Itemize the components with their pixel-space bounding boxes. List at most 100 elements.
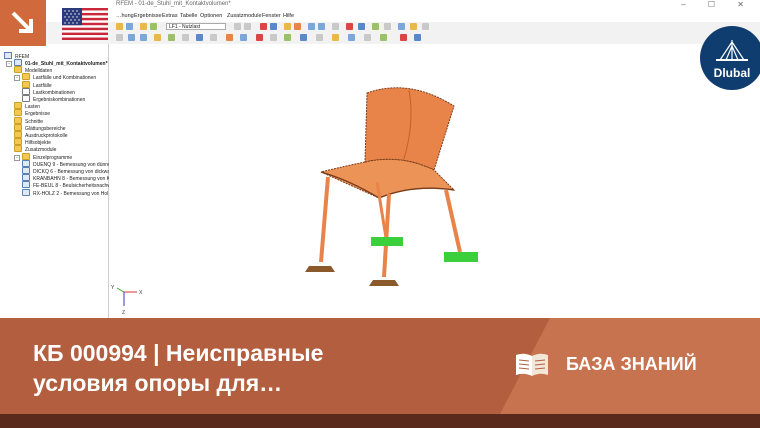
folder-icon <box>22 152 30 160</box>
menu-fenster[interactable]: Fenster <box>262 13 281 19</box>
leg-front-left <box>319 176 330 263</box>
node-icon[interactable] <box>128 34 135 41</box>
doc-icon <box>22 87 30 95</box>
axis-x-label: X <box>139 290 143 296</box>
contact-volume-1[interactable] <box>371 237 403 246</box>
us-flag-icon[interactable] <box>62 8 108 40</box>
save-icon[interactable] <box>126 23 133 30</box>
axis-triad: X Y Z <box>111 285 143 316</box>
load-icon[interactable] <box>196 34 203 41</box>
results-icon[interactable] <box>270 23 277 30</box>
new-icon[interactable] <box>140 23 147 30</box>
section-icon[interactable] <box>410 23 417 30</box>
folder-icon <box>22 80 30 88</box>
expand-toggle-icon[interactable]: − <box>6 61 12 67</box>
folder-icon <box>22 73 30 81</box>
chair-backrest <box>364 87 455 171</box>
arrow-down-right-icon <box>11 11 33 33</box>
solid-icon[interactable] <box>182 34 189 41</box>
axis-y-label: Y <box>111 285 115 291</box>
snap-icon[interactable] <box>364 34 371 41</box>
folder-icon <box>14 109 22 117</box>
open-icon[interactable] <box>116 23 123 30</box>
member-icon[interactable] <box>154 34 161 41</box>
support-icon[interactable] <box>372 23 379 30</box>
minimize-button[interactable]: – <box>681 0 695 9</box>
navigator-item[interactable]: RX-HOLZ 2 - Bemessung von Hol <box>22 188 109 197</box>
guide-icon[interactable] <box>348 34 355 41</box>
window-title: RFEM - 01-de_Stuhl_mit_Kontaktvolumen* <box>116 1 231 7</box>
folder-icon <box>14 102 22 110</box>
delete-icon[interactable] <box>256 34 263 41</box>
navigator-item-label: RX-HOLZ 2 - Bemessung von Hol <box>33 190 109 197</box>
dlubal-logo[interactable]: Dlubal <box>700 26 760 90</box>
render-icon[interactable] <box>294 23 301 30</box>
folder-icon <box>14 138 22 146</box>
filter-icon[interactable] <box>358 23 365 30</box>
leg-back-right <box>444 189 462 253</box>
menu-hilfe[interactable]: Hilfe <box>283 13 294 19</box>
close-button[interactable]: ✕ <box>737 0 754 9</box>
folder-icon <box>14 145 22 153</box>
menu-optionen[interactable]: Optionen <box>200 13 222 19</box>
zoom-icon[interactable] <box>308 23 315 30</box>
dimension-icon[interactable] <box>332 34 339 41</box>
rotate-icon[interactable] <box>332 23 339 30</box>
menu-berechnung[interactable]: …hung <box>116 13 134 19</box>
line-icon[interactable] <box>140 34 147 41</box>
surface-icon[interactable] <box>168 34 175 41</box>
calculate-icon[interactable] <box>260 23 267 30</box>
mirror-icon[interactable] <box>300 34 307 41</box>
expand-toggle-icon[interactable]: − <box>14 75 20 82</box>
folder-icon <box>14 131 22 138</box>
expand-toggle-icon[interactable]: − <box>14 154 20 161</box>
folder-icon <box>14 123 22 131</box>
menu-ergebnisse[interactable]: Ergebnisse <box>134 13 162 19</box>
pan-icon[interactable] <box>318 23 325 30</box>
grid-icon[interactable] <box>210 34 217 41</box>
article-title-line-2: условия опоры для… <box>33 370 283 396</box>
module-icon <box>22 174 30 182</box>
bridge-icon <box>716 40 748 61</box>
settings-icon[interactable] <box>422 23 429 30</box>
measure-icon[interactable] <box>240 34 247 41</box>
menu-extras[interactable]: Extras <box>162 13 178 19</box>
window-controls: – ☐ ✕ <box>681 0 754 9</box>
help-icon[interactable] <box>414 34 421 41</box>
view-icon[interactable] <box>284 23 291 30</box>
corner-badge <box>0 0 46 46</box>
module-icon <box>22 167 30 174</box>
foot-support-2 <box>369 280 399 286</box>
module-icon <box>22 188 30 196</box>
model-viewport[interactable]: X Y Z <box>109 44 760 318</box>
move-icon[interactable] <box>284 34 291 41</box>
divide-icon[interactable] <box>316 34 323 41</box>
project-icon <box>14 59 22 66</box>
chair-model[interactable] <box>305 87 462 286</box>
info-icon[interactable] <box>400 34 407 41</box>
print-icon[interactable] <box>150 23 157 30</box>
knowledge-base-label[interactable]: БАЗА ЗНАНИЙ <box>566 354 697 375</box>
wireframe-icon[interactable] <box>226 34 233 41</box>
article-title-line-1: КБ 000994 | Неисправные <box>33 340 324 366</box>
open-book-icon <box>516 353 548 376</box>
select-icon[interactable] <box>116 34 123 41</box>
color-icon[interactable] <box>380 34 387 41</box>
foot-support-1 <box>305 266 335 272</box>
copy-icon[interactable] <box>270 34 277 41</box>
bottom-strip <box>0 414 760 428</box>
maximize-button[interactable]: ☐ <box>708 0 725 9</box>
table-icon[interactable] <box>384 23 391 30</box>
menu-tabelle[interactable]: Tabelle <box>180 13 197 19</box>
menu-zusatzmodule[interactable]: Zusatzmodule <box>227 13 262 19</box>
module-icon <box>22 159 30 167</box>
prev-icon[interactable] <box>234 23 241 30</box>
folder-icon <box>14 66 22 74</box>
iso-view-icon[interactable] <box>398 23 405 30</box>
axis-z-label: Z <box>122 310 125 316</box>
display-icon[interactable] <box>346 23 353 30</box>
load-case-select[interactable]: LF1 - Nutzlast <box>166 23 226 30</box>
contact-volume-2[interactable] <box>444 252 478 262</box>
folder-icon <box>14 116 22 124</box>
next-icon[interactable] <box>244 23 251 30</box>
